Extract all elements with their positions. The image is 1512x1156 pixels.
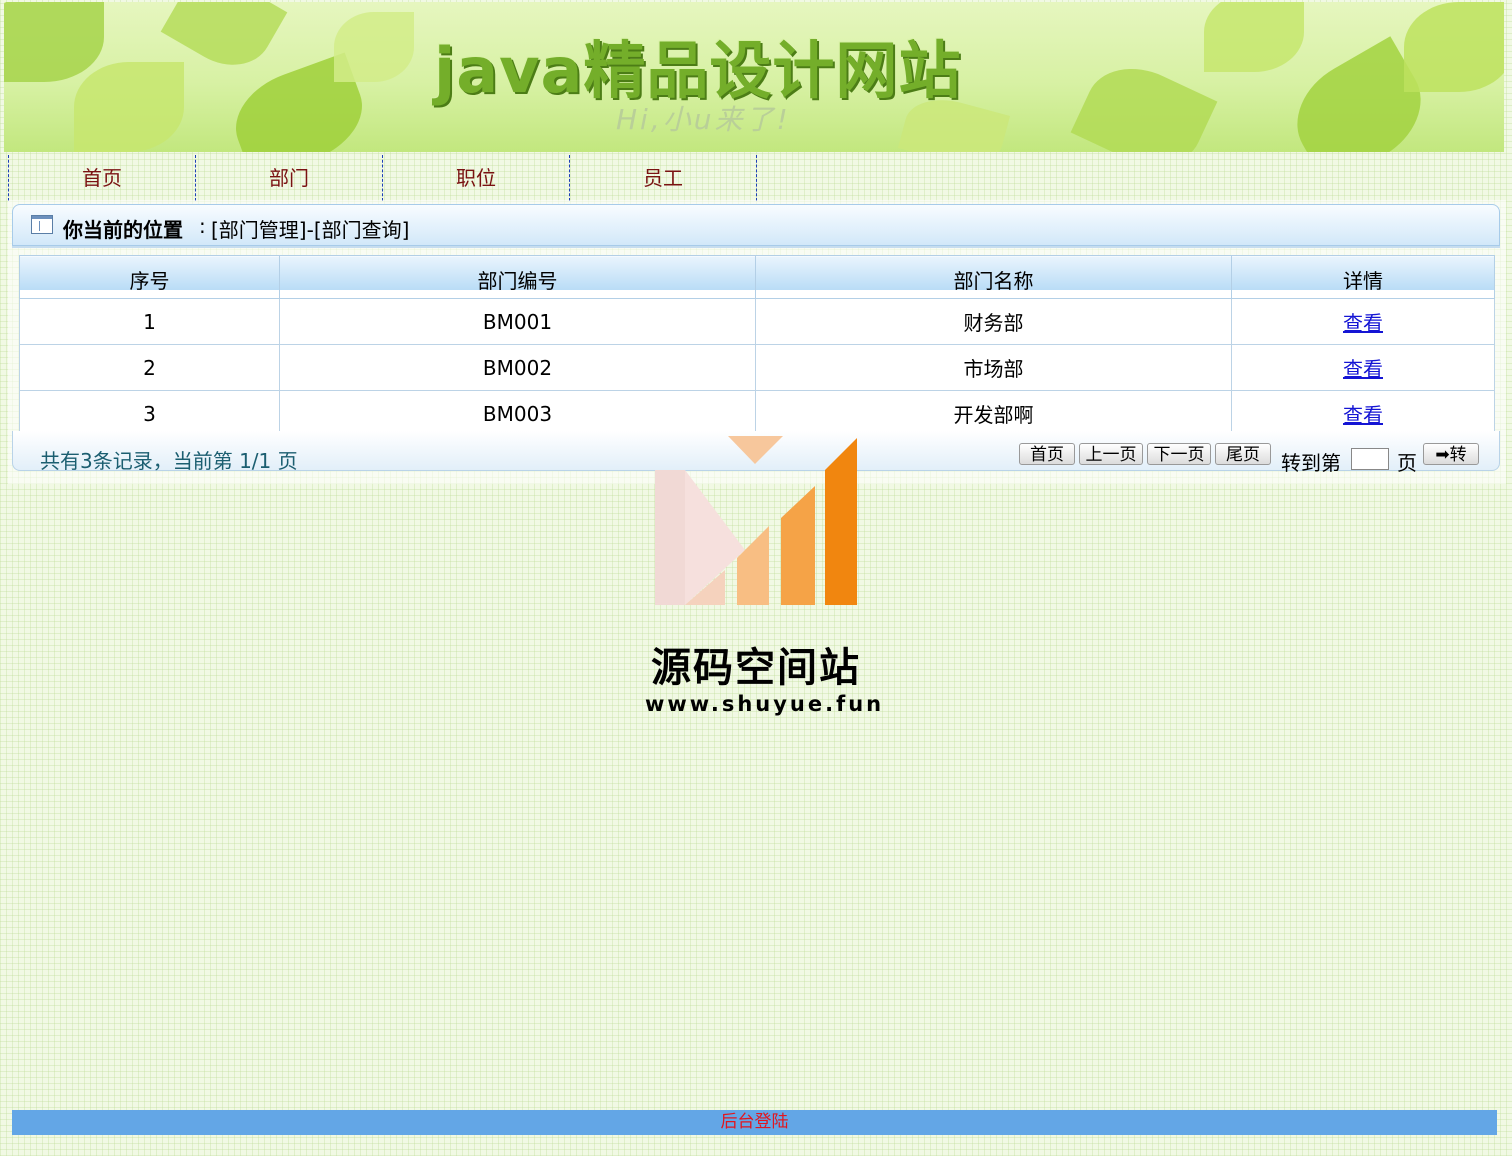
- watermark-title: 源码空间站: [651, 645, 861, 691]
- cell-name: 财务部: [755, 298, 1232, 345]
- last-page-button[interactable]: 尾页: [1215, 443, 1271, 465]
- site-banner: java精品设计网站 Hi,小u来了!: [4, 2, 1504, 152]
- watermark: 源码空间站 www.shuyue.fun: [645, 430, 885, 730]
- cell-detail: 查看: [1231, 298, 1495, 345]
- cell-index: 1: [19, 298, 280, 345]
- department-table: 序号 部门编号 部门名称 详情 1 BM001 财务部 查看 2 BM002 市…: [19, 255, 1495, 437]
- site-title: java精品设计网站: [434, 34, 962, 107]
- next-page-button[interactable]: 下一页: [1147, 443, 1211, 465]
- admin-login-link[interactable]: 后台登陆: [12, 1110, 1497, 1135]
- table-row: 2 BM002 市场部 查看: [19, 344, 1495, 391]
- watermark-logo: [655, 436, 857, 605]
- site-subtitle: Hi,小u来了!: [616, 103, 791, 136]
- breadcrumb-separator: :: [199, 214, 206, 238]
- nav-item-employee[interactable]: 员工: [569, 155, 757, 201]
- nav-item-position[interactable]: 职位: [382, 155, 569, 201]
- first-page-button[interactable]: 首页: [1019, 443, 1075, 465]
- breadcrumb-label: 你当前的位置: [63, 218, 183, 242]
- page-unit-label: 页: [1397, 451, 1417, 475]
- table-header-row: 序号 部门编号 部门名称 详情: [19, 255, 1495, 299]
- cell-code: BM002: [279, 344, 756, 391]
- record-summary: 共有3条记录，当前第 1/1 页: [40, 449, 298, 473]
- prev-page-button[interactable]: 上一页: [1079, 443, 1143, 465]
- main-nav: 首页 部门 职位 员工: [8, 155, 757, 201]
- goto-label: 转到第: [1281, 451, 1341, 475]
- column-header-detail: 详情: [1231, 255, 1495, 299]
- go-button[interactable]: ➡转: [1423, 443, 1479, 465]
- breadcrumb: 你当前的位置 : [部门管理]-[部门查询]: [12, 204, 1500, 246]
- watermark-url: www.shuyue.fun: [645, 692, 885, 716]
- cell-name: 市场部: [755, 344, 1232, 391]
- column-header-name: 部门名称: [755, 255, 1232, 299]
- cell-code: BM001: [279, 298, 756, 345]
- window-icon: [31, 215, 53, 234]
- cell-detail: 查看: [1231, 390, 1495, 437]
- cell-index: 3: [19, 390, 280, 437]
- nav-item-department[interactable]: 部门: [195, 155, 382, 201]
- table-row: 1 BM001 财务部 查看: [19, 298, 1495, 345]
- view-link[interactable]: 查看: [1343, 357, 1383, 381]
- cell-detail: 查看: [1231, 344, 1495, 391]
- view-link[interactable]: 查看: [1343, 311, 1383, 335]
- cell-index: 2: [19, 344, 280, 391]
- breadcrumb-path: [部门管理]-[部门查询]: [211, 218, 410, 242]
- page-number-input[interactable]: [1351, 448, 1389, 470]
- nav-item-home[interactable]: 首页: [8, 155, 195, 201]
- column-header-code: 部门编号: [279, 255, 756, 299]
- column-header-index: 序号: [19, 255, 280, 299]
- view-link[interactable]: 查看: [1343, 403, 1383, 427]
